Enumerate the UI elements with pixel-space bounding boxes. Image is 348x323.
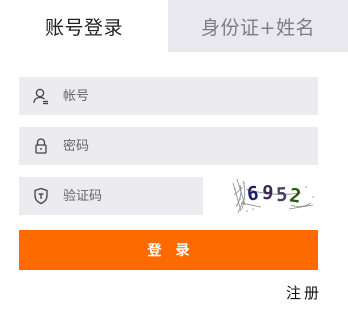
captcha-input[interactable] xyxy=(63,177,233,215)
tab-id-card-name[interactable]: 身份证+姓名 xyxy=(168,0,348,52)
account-input[interactable] xyxy=(63,77,318,115)
account-field xyxy=(19,77,318,115)
captcha-image[interactable]: 6 9 5 2 xyxy=(231,175,317,215)
captcha-digit-1: 6 xyxy=(246,182,260,205)
login-button[interactable]: 登录 xyxy=(19,230,318,270)
captcha-field xyxy=(19,177,233,215)
login-tabs: 账号登录 身份证+姓名 xyxy=(0,0,348,52)
tab-account-login-label: 账号登录 xyxy=(44,16,123,39)
captcha-digit-3: 5 xyxy=(276,184,289,207)
tab-id-card-name-label: 身份证+姓名 xyxy=(201,16,315,39)
captcha-digit-4: 2 xyxy=(288,184,302,207)
shield-icon xyxy=(19,177,63,215)
captcha-digit-2: 9 xyxy=(261,182,274,205)
password-field xyxy=(19,127,318,165)
user-icon xyxy=(19,77,63,115)
lock-icon xyxy=(19,127,63,165)
tab-account-login[interactable]: 账号登录 xyxy=(0,0,168,52)
register-link[interactable]: 注册 xyxy=(278,281,322,303)
login-panel: 账号登录 身份证+姓名 帐号 验证码 6 9 5 2 登录 注册 xyxy=(0,0,348,323)
password-input[interactable] xyxy=(63,127,318,165)
